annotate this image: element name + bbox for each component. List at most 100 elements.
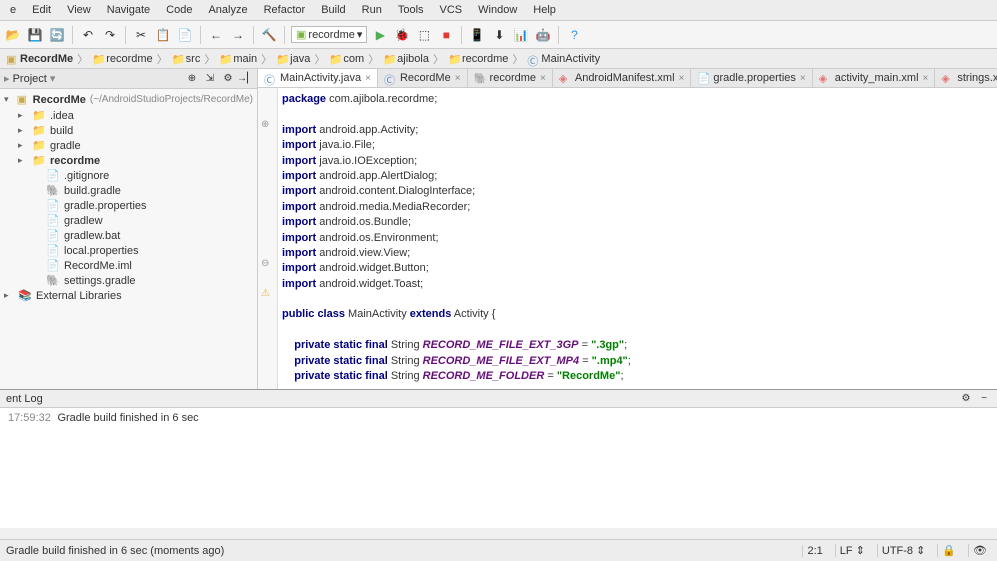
close-icon[interactable]: × — [679, 73, 685, 84]
log-time: 17:59:32 — [8, 412, 51, 424]
editor-tab[interactable]: ◈strings.xml× — [935, 69, 997, 87]
open-icon[interactable]: 📂 — [4, 26, 22, 44]
inspector-icon[interactable]: 👁 — [968, 544, 991, 557]
expand-icon[interactable]: ▸ — [18, 155, 28, 166]
tree-item[interactable]: 📄.gitignore — [0, 168, 257, 183]
breadcrumb-item[interactable]: 📁java — [274, 53, 312, 65]
menu-run[interactable]: Run — [356, 2, 388, 18]
breadcrumb-item[interactable]: 📁main — [217, 53, 259, 65]
breadcrumb-item[interactable]: 📁ajibola — [381, 53, 431, 65]
menu-edit[interactable]: Edit — [26, 2, 57, 18]
scroll-from-source-icon[interactable]: ⊕ — [185, 72, 199, 86]
warning-icon[interactable]: ⚠ — [261, 287, 270, 301]
stop-icon[interactable]: ■ — [437, 26, 455, 44]
tree-item[interactable]: 📄RecordMe.iml — [0, 258, 257, 273]
expand-icon[interactable]: ▸ — [18, 110, 28, 121]
breadcrumb-item[interactable]: 📁recordme — [446, 53, 510, 65]
breadcrumb-item[interactable]: 📁src — [170, 53, 203, 65]
tree-item[interactable]: ▸📁recordme — [0, 153, 257, 168]
monitor-icon[interactable]: 📊 — [512, 26, 530, 44]
tree-item[interactable]: 📄gradle.properties — [0, 198, 257, 213]
tree-item[interactable]: 📄gradlew — [0, 213, 257, 228]
back-icon[interactable]: ← — [207, 26, 225, 44]
run-icon[interactable]: ▶ — [371, 26, 389, 44]
gear-icon[interactable]: ⚙ — [959, 392, 973, 406]
editor-tab[interactable]: ◈activity_main.xml× — [813, 69, 936, 87]
sdk-icon[interactable]: ⬇ — [490, 26, 508, 44]
menu-navigate[interactable]: Navigate — [101, 2, 156, 18]
close-icon[interactable]: × — [455, 73, 461, 84]
tree-item[interactable]: 📄gradlew.bat — [0, 228, 257, 243]
status-line-sep[interactable]: LF ⇕ — [835, 544, 869, 557]
editor-tab[interactable]: 🐘recordme× — [468, 69, 553, 87]
project-panel-header: ▸ Project ▾ ⊕ ⇲ ⚙ →▏ — [0, 69, 257, 89]
redo-icon[interactable]: ↷ — [101, 26, 119, 44]
menu-tools[interactable]: Tools — [392, 2, 430, 18]
forward-icon[interactable]: → — [229, 26, 247, 44]
close-icon[interactable]: × — [540, 73, 546, 84]
code-content[interactable]: package com.ajibola.recordme; import and… — [282, 92, 997, 389]
menu-vcs[interactable]: VCS — [434, 2, 469, 18]
fold-minus-icon[interactable]: ⊖ — [261, 257, 269, 271]
android-icon-2[interactable]: 🤖 — [534, 26, 552, 44]
tree-root[interactable]: ▾ ▣ RecordMe (~/AndroidStudioProjects/Re… — [0, 91, 257, 108]
avd-icon[interactable]: 📱 — [468, 26, 486, 44]
undo-icon[interactable]: ↶ — [79, 26, 97, 44]
menu-help[interactable]: Help — [527, 2, 562, 18]
code-editor[interactable]: ⊕ ⊖ ⚠ package com.ajibola.recordme; impo… — [258, 88, 997, 389]
folder-icon: 📁 — [32, 109, 46, 122]
menu-view[interactable]: View — [61, 2, 97, 18]
status-encoding[interactable]: UTF-8 ⇕ — [877, 544, 929, 557]
status-position[interactable]: 2:1 — [802, 545, 826, 557]
editor-tab[interactable]: 📄gradle.properties× — [691, 69, 812, 87]
breadcrumb-item[interactable]: ⒸMainActivity — [525, 53, 602, 65]
minimize-icon[interactable]: − — [977, 392, 991, 406]
menu-code[interactable]: Code — [160, 2, 198, 18]
cut-icon[interactable]: ✂ — [132, 26, 150, 44]
tree-item[interactable]: ▸📁gradle — [0, 138, 257, 153]
menu-analyze[interactable]: Analyze — [202, 2, 253, 18]
copy-icon[interactable]: 📋 — [154, 26, 172, 44]
folder-icon: 📁 — [329, 53, 341, 65]
tree-item[interactable]: 🐘build.gradle — [0, 183, 257, 198]
menu-file[interactable]: e — [4, 2, 22, 18]
editor-tab[interactable]: ⒸMainActivity.java× — [258, 69, 378, 87]
tree-item[interactable]: 🐘settings.gradle — [0, 273, 257, 288]
expand-icon[interactable]: ▸ — [18, 140, 28, 151]
help-icon[interactable]: ? — [565, 26, 583, 44]
menu-build[interactable]: Build — [315, 2, 351, 18]
save-icon[interactable]: 💾 — [26, 26, 44, 44]
expand-icon[interactable]: ▾ — [4, 94, 13, 105]
expand-icon[interactable]: ▸ — [4, 290, 14, 301]
fold-plus-icon[interactable]: ⊕ — [261, 118, 269, 132]
event-log-body[interactable]: 17:59:32 Gradle build finished in 6 sec — [0, 408, 997, 528]
menu-window[interactable]: Window — [472, 2, 523, 18]
hide-icon[interactable]: →▏ — [239, 72, 253, 86]
editor-tab[interactable]: ◈AndroidManifest.xml× — [553, 69, 692, 87]
expand-icon[interactable]: ▸ — [18, 125, 28, 136]
sync-icon[interactable]: 🔄 — [48, 26, 66, 44]
tree-item[interactable]: ▸📚External Libraries — [0, 288, 257, 303]
paste-icon[interactable]: 📄 — [176, 26, 194, 44]
tree-item[interactable]: 📄local.properties — [0, 243, 257, 258]
close-icon[interactable]: × — [365, 73, 371, 84]
gear-icon[interactable]: ⚙ — [221, 72, 235, 86]
debug-icon[interactable]: 🐞 — [393, 26, 411, 44]
build-icon[interactable]: 🔨 — [260, 26, 278, 44]
editor-tab[interactable]: ⒸRecordMe× — [378, 69, 468, 87]
close-icon[interactable]: × — [923, 73, 929, 84]
tree-item[interactable]: ▸📁build — [0, 123, 257, 138]
run-config-selector[interactable]: ▣ recordme ▾ — [291, 26, 367, 43]
lock-icon[interactable]: 🔒 — [937, 544, 960, 557]
breadcrumb-item[interactable]: ▣RecordMe — [4, 53, 75, 65]
tree-item[interactable]: ▸📁.idea — [0, 108, 257, 123]
breadcrumb-item[interactable]: 📁recordme — [90, 53, 154, 65]
attach-icon[interactable]: ⬚ — [415, 26, 433, 44]
project-tree[interactable]: ▾ ▣ RecordMe (~/AndroidStudioProjects/Re… — [0, 89, 257, 389]
collapse-icon[interactable]: ⇲ — [203, 72, 217, 86]
module-icon: ▣ — [17, 93, 29, 106]
menu-refactor[interactable]: Refactor — [258, 2, 312, 18]
close-icon[interactable]: × — [800, 73, 806, 84]
breadcrumb-item[interactable]: 📁com — [327, 53, 366, 65]
module-icon: ▣ — [6, 53, 18, 65]
